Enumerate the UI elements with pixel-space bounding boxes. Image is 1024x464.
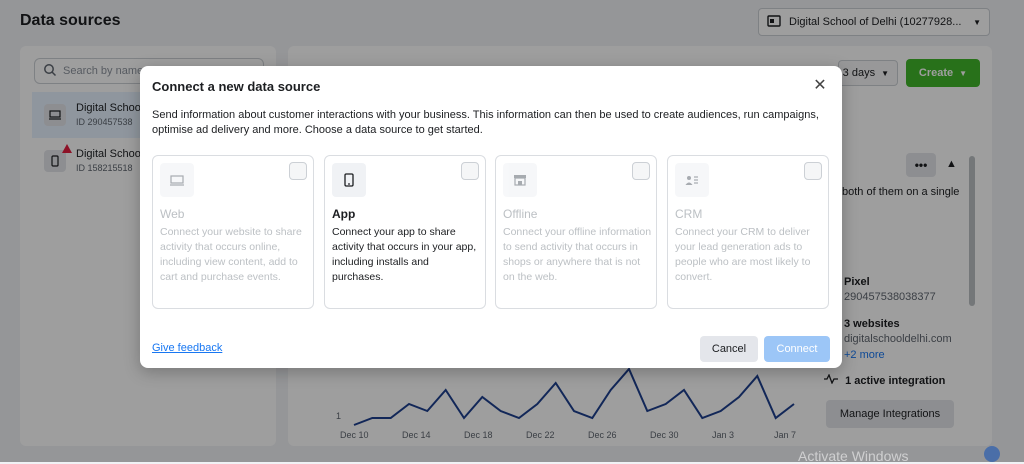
card-checkbox[interactable]	[461, 162, 479, 180]
card-checkbox[interactable]	[804, 162, 822, 180]
desktop-icon	[160, 163, 194, 197]
close-icon[interactable]: ✕	[812, 78, 828, 94]
globe-icon	[984, 446, 1000, 462]
data-source-card-offline[interactable]: Offline Connect your offline information…	[495, 155, 657, 309]
card-title: App	[332, 207, 356, 221]
card-description: Connect your app to share activity that …	[332, 226, 477, 283]
store-icon	[503, 163, 537, 197]
data-source-card-crm[interactable]: CRM Connect your CRM to deliver your lea…	[667, 155, 829, 309]
card-title: Web	[160, 207, 185, 221]
card-description: Connect your CRM to deliver your lead ge…	[675, 226, 811, 283]
card-description: Connect your offline information to send…	[503, 226, 652, 283]
data-source-card-web[interactable]: Web Connect your website to share activi…	[152, 155, 314, 309]
card-description: Connect your website to share activity t…	[160, 226, 302, 283]
cancel-button[interactable]: Cancel	[700, 336, 758, 362]
give-feedback-link[interactable]: Give feedback	[152, 342, 222, 354]
mobile-icon	[332, 163, 366, 197]
card-title: Offline	[503, 207, 538, 221]
connect-button[interactable]: Connect	[764, 336, 830, 362]
modal-title: Connect a new data source	[152, 79, 321, 94]
card-checkbox[interactable]	[632, 162, 650, 180]
card-checkbox[interactable]	[289, 162, 307, 180]
modal-description: Send information about customer interact…	[152, 109, 819, 136]
contacts-icon	[675, 163, 709, 197]
card-title: CRM	[675, 207, 703, 221]
data-source-card-app[interactable]: App Connect your app to share activity t…	[324, 155, 486, 309]
